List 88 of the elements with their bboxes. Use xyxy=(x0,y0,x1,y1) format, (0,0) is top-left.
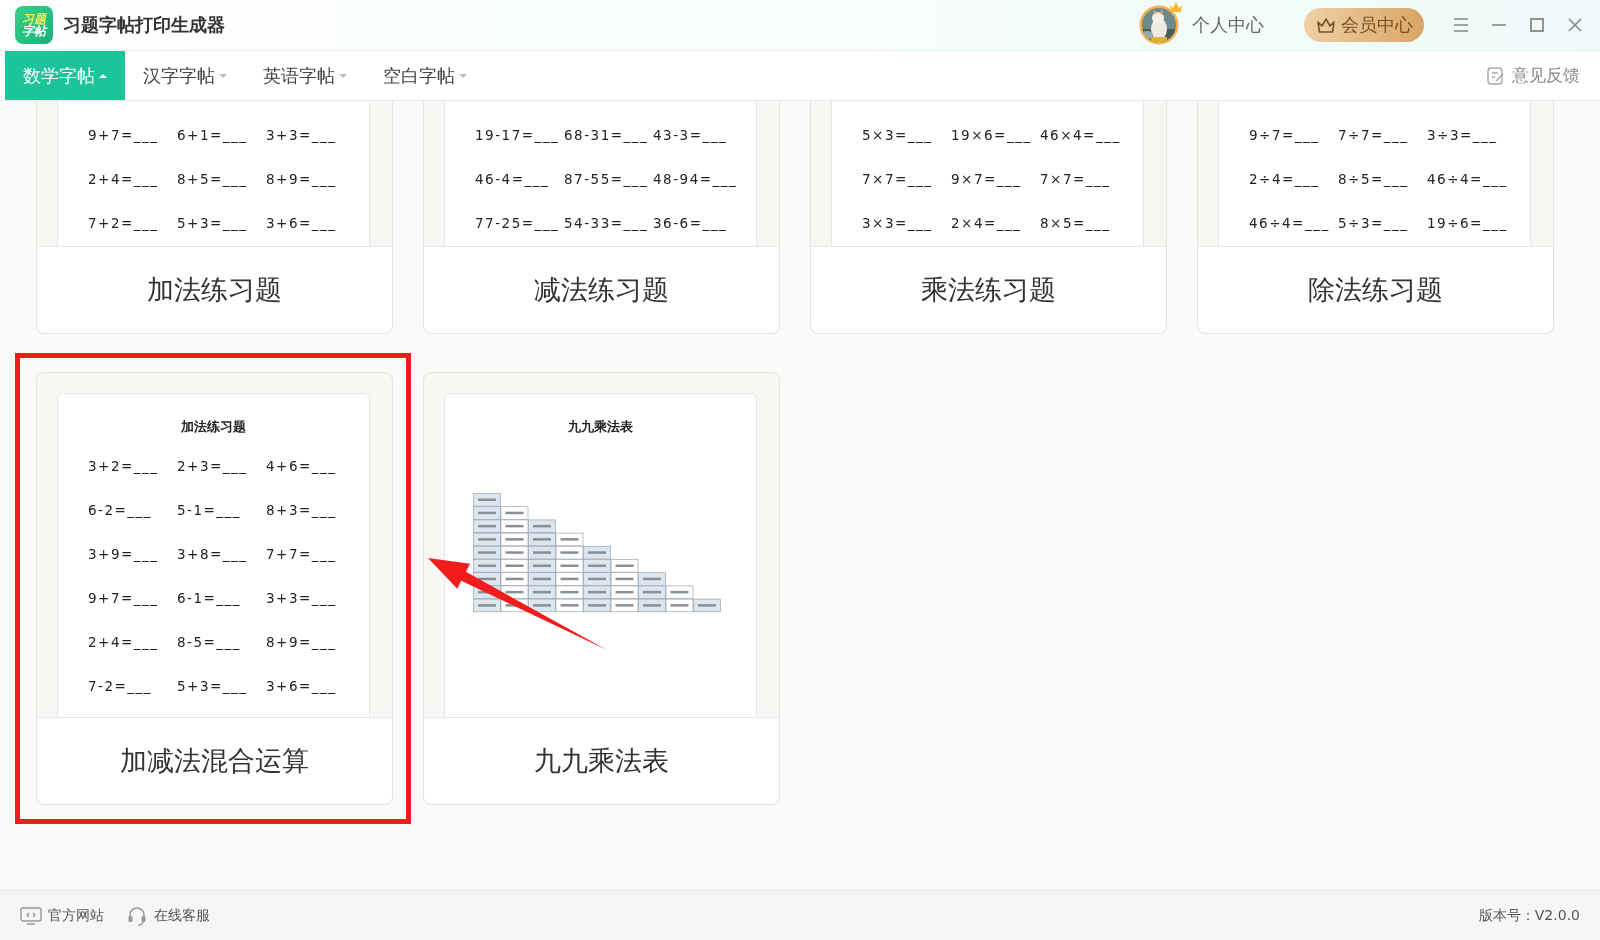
math-problem: 4+6=___ xyxy=(266,458,337,474)
app-title: 习题字帖打印生成器 xyxy=(63,13,225,37)
edit-note-icon[interactable] xyxy=(1486,65,1506,86)
math-problem: 9+7=___ xyxy=(88,127,159,143)
category-tab[interactable]: 汉字字帖 xyxy=(125,51,245,100)
math-problem: 2+4=___ xyxy=(88,171,159,187)
worksheet-title: 九九乘法表 xyxy=(567,418,634,436)
footer-link[interactable]: 官方网站 xyxy=(48,907,104,925)
math-problem: 2+4=___ xyxy=(88,634,159,650)
template-card[interactable]: 9÷7=___ 7÷7=___ 3÷3=___ 2÷4=___ 8÷5=___ 46÷4=___ 46÷4=___ 5÷3=___ 19÷6=___ 除法练习题 xyxy=(1197,101,1554,334)
math-problem: 46÷4=___ xyxy=(1427,171,1508,187)
math-problem: 2÷4=___ xyxy=(1249,171,1320,187)
math-problem: 7×7=___ xyxy=(1040,171,1111,187)
category-tab[interactable]: 空白字帖 xyxy=(365,51,485,100)
math-problem: 46-4=___ xyxy=(475,171,550,187)
caret-icon xyxy=(459,72,467,79)
math-problem: 19×6=___ xyxy=(951,127,1032,143)
math-problem: 46×4=___ xyxy=(1040,127,1121,143)
worksheet-title: 加法练习题 xyxy=(180,418,247,436)
template-card[interactable]: 19-17=___ 68-31=___ 43-3=___ 46-4=___ 87-55=___ 48-94=___ 77-25=___ 54-33=___ 36-6=___ 减法练习题 xyxy=(423,101,780,334)
math-problem: 8+9=___ xyxy=(266,634,337,650)
category-tab[interactable]: 英语字帖 xyxy=(245,51,365,100)
math-problem: 7+7=___ xyxy=(266,546,337,562)
math-problem: 3+2=___ xyxy=(88,458,159,474)
math-problem: 5-1=___ xyxy=(177,502,242,518)
math-problem: 3+8=___ xyxy=(177,546,248,562)
math-problem: 3+9=___ xyxy=(88,546,159,562)
math-problem: 7+2=___ xyxy=(88,215,159,231)
math-problem: 48-94=___ xyxy=(653,171,738,187)
template-card[interactable]: 加法练习题 3+2=___ 2+3=___ 4+6=___ 6-2=___ 5-1=___ 8+3=___ 3+9=___ 3+8=___ 7+7=___ 9+7=___ 6-1=___ 3+3=___ 2+4=___ 8-5=___ 8+9=___ 7-2=___ 5+3=___ 3+6=___ 加减法混合运算 xyxy=(36,372,393,805)
headset-icon xyxy=(126,906,148,926)
math-problem: 3×3=___ xyxy=(862,215,933,231)
math-problem: 9×7=___ xyxy=(951,171,1022,187)
template-card[interactable]: 九九乘法表 九九乘法表 xyxy=(423,372,780,805)
math-problem: 8+5=___ xyxy=(177,171,248,187)
math-problem: 54-33=___ xyxy=(564,215,649,231)
math-problem: 5×3=___ xyxy=(862,127,933,143)
footer-link[interactable]: 在线客服 xyxy=(154,907,210,925)
math-problem: 19÷6=___ xyxy=(1427,215,1508,231)
template-card[interactable]: 5×3=___ 19×6=___ 46×4=___ 7×7=___ 9×7=___ 7×7=___ 3×3=___ 2×4=___ 8×5=___ 乘法练习题 xyxy=(810,101,1167,334)
math-problem: 3+6=___ xyxy=(266,678,337,694)
card-title: 乘法练习题 xyxy=(921,273,1056,307)
math-problem: 2×4=___ xyxy=(951,215,1022,231)
math-problem: 7×7=___ xyxy=(862,171,933,187)
card-title: 加减法混合运算 xyxy=(120,744,309,778)
card-title: 减法练习题 xyxy=(534,273,669,307)
math-problem: 8+9=___ xyxy=(266,171,337,187)
math-problem: 8-5=___ xyxy=(177,634,242,650)
math-problem: 46÷4=___ xyxy=(1249,215,1330,231)
math-problem: 8+3=___ xyxy=(266,502,337,518)
crown-icon xyxy=(1169,1,1183,13)
card-title: 加法练习题 xyxy=(147,273,282,307)
crown-icon xyxy=(1315,16,1336,34)
math-problem: 3+3=___ xyxy=(266,590,337,606)
math-problem: 2+3=___ xyxy=(177,458,248,474)
math-problem: 36-6=___ xyxy=(653,215,728,231)
card-title: 九九乘法表 xyxy=(534,744,669,778)
template-card[interactable]: 9+7=___ 6+1=___ 3+3=___ 2+4=___ 8+5=___ 8+9=___ 7+2=___ 5+3=___ 3+6=___ 加法练习题 xyxy=(36,101,393,334)
math-problem: 3÷3=___ xyxy=(1427,127,1498,143)
caret-icon xyxy=(339,72,347,79)
math-problem: 9+7=___ xyxy=(88,590,159,606)
math-problem: 8÷5=___ xyxy=(1338,171,1409,187)
math-problem: 87-55=___ xyxy=(564,171,649,187)
version-label: 版本号：V2.0.0 xyxy=(1478,907,1580,925)
card-title: 除法练习题 xyxy=(1308,273,1443,307)
vip-center-button[interactable]: 会员中心 xyxy=(1304,8,1424,42)
app-logo: 习题 字帖 xyxy=(15,6,53,44)
caret-icon xyxy=(99,72,107,79)
math-problem: 43-3=___ xyxy=(653,127,728,143)
math-problem: 6+1=___ xyxy=(177,127,248,143)
math-problem: 5+3=___ xyxy=(177,678,248,694)
caret-icon xyxy=(219,72,227,79)
math-problem: 68-31=___ xyxy=(564,127,649,143)
math-problem: 5+3=___ xyxy=(177,215,248,231)
math-problem: 19-17=___ xyxy=(475,127,560,143)
math-problem: 5÷3=___ xyxy=(1338,215,1409,231)
math-problem: 7÷7=___ xyxy=(1338,127,1409,143)
math-problem: 3+3=___ xyxy=(266,127,337,143)
math-problem: 9÷7=___ xyxy=(1249,127,1320,143)
math-problem: 3+6=___ xyxy=(266,215,337,231)
math-problem: 7-2=___ xyxy=(88,678,153,694)
math-problem: 77-25=___ xyxy=(475,215,560,231)
feedback-link[interactable]: 意见反馈 xyxy=(1512,64,1580,87)
monitor-icon xyxy=(20,906,42,926)
math-problem: 6-2=___ xyxy=(88,502,153,518)
math-problem: 8×5=___ xyxy=(1040,215,1111,231)
math-problem: 6-1=___ xyxy=(177,590,242,606)
user-center-link[interactable]: 个人中心 xyxy=(1192,13,1264,37)
